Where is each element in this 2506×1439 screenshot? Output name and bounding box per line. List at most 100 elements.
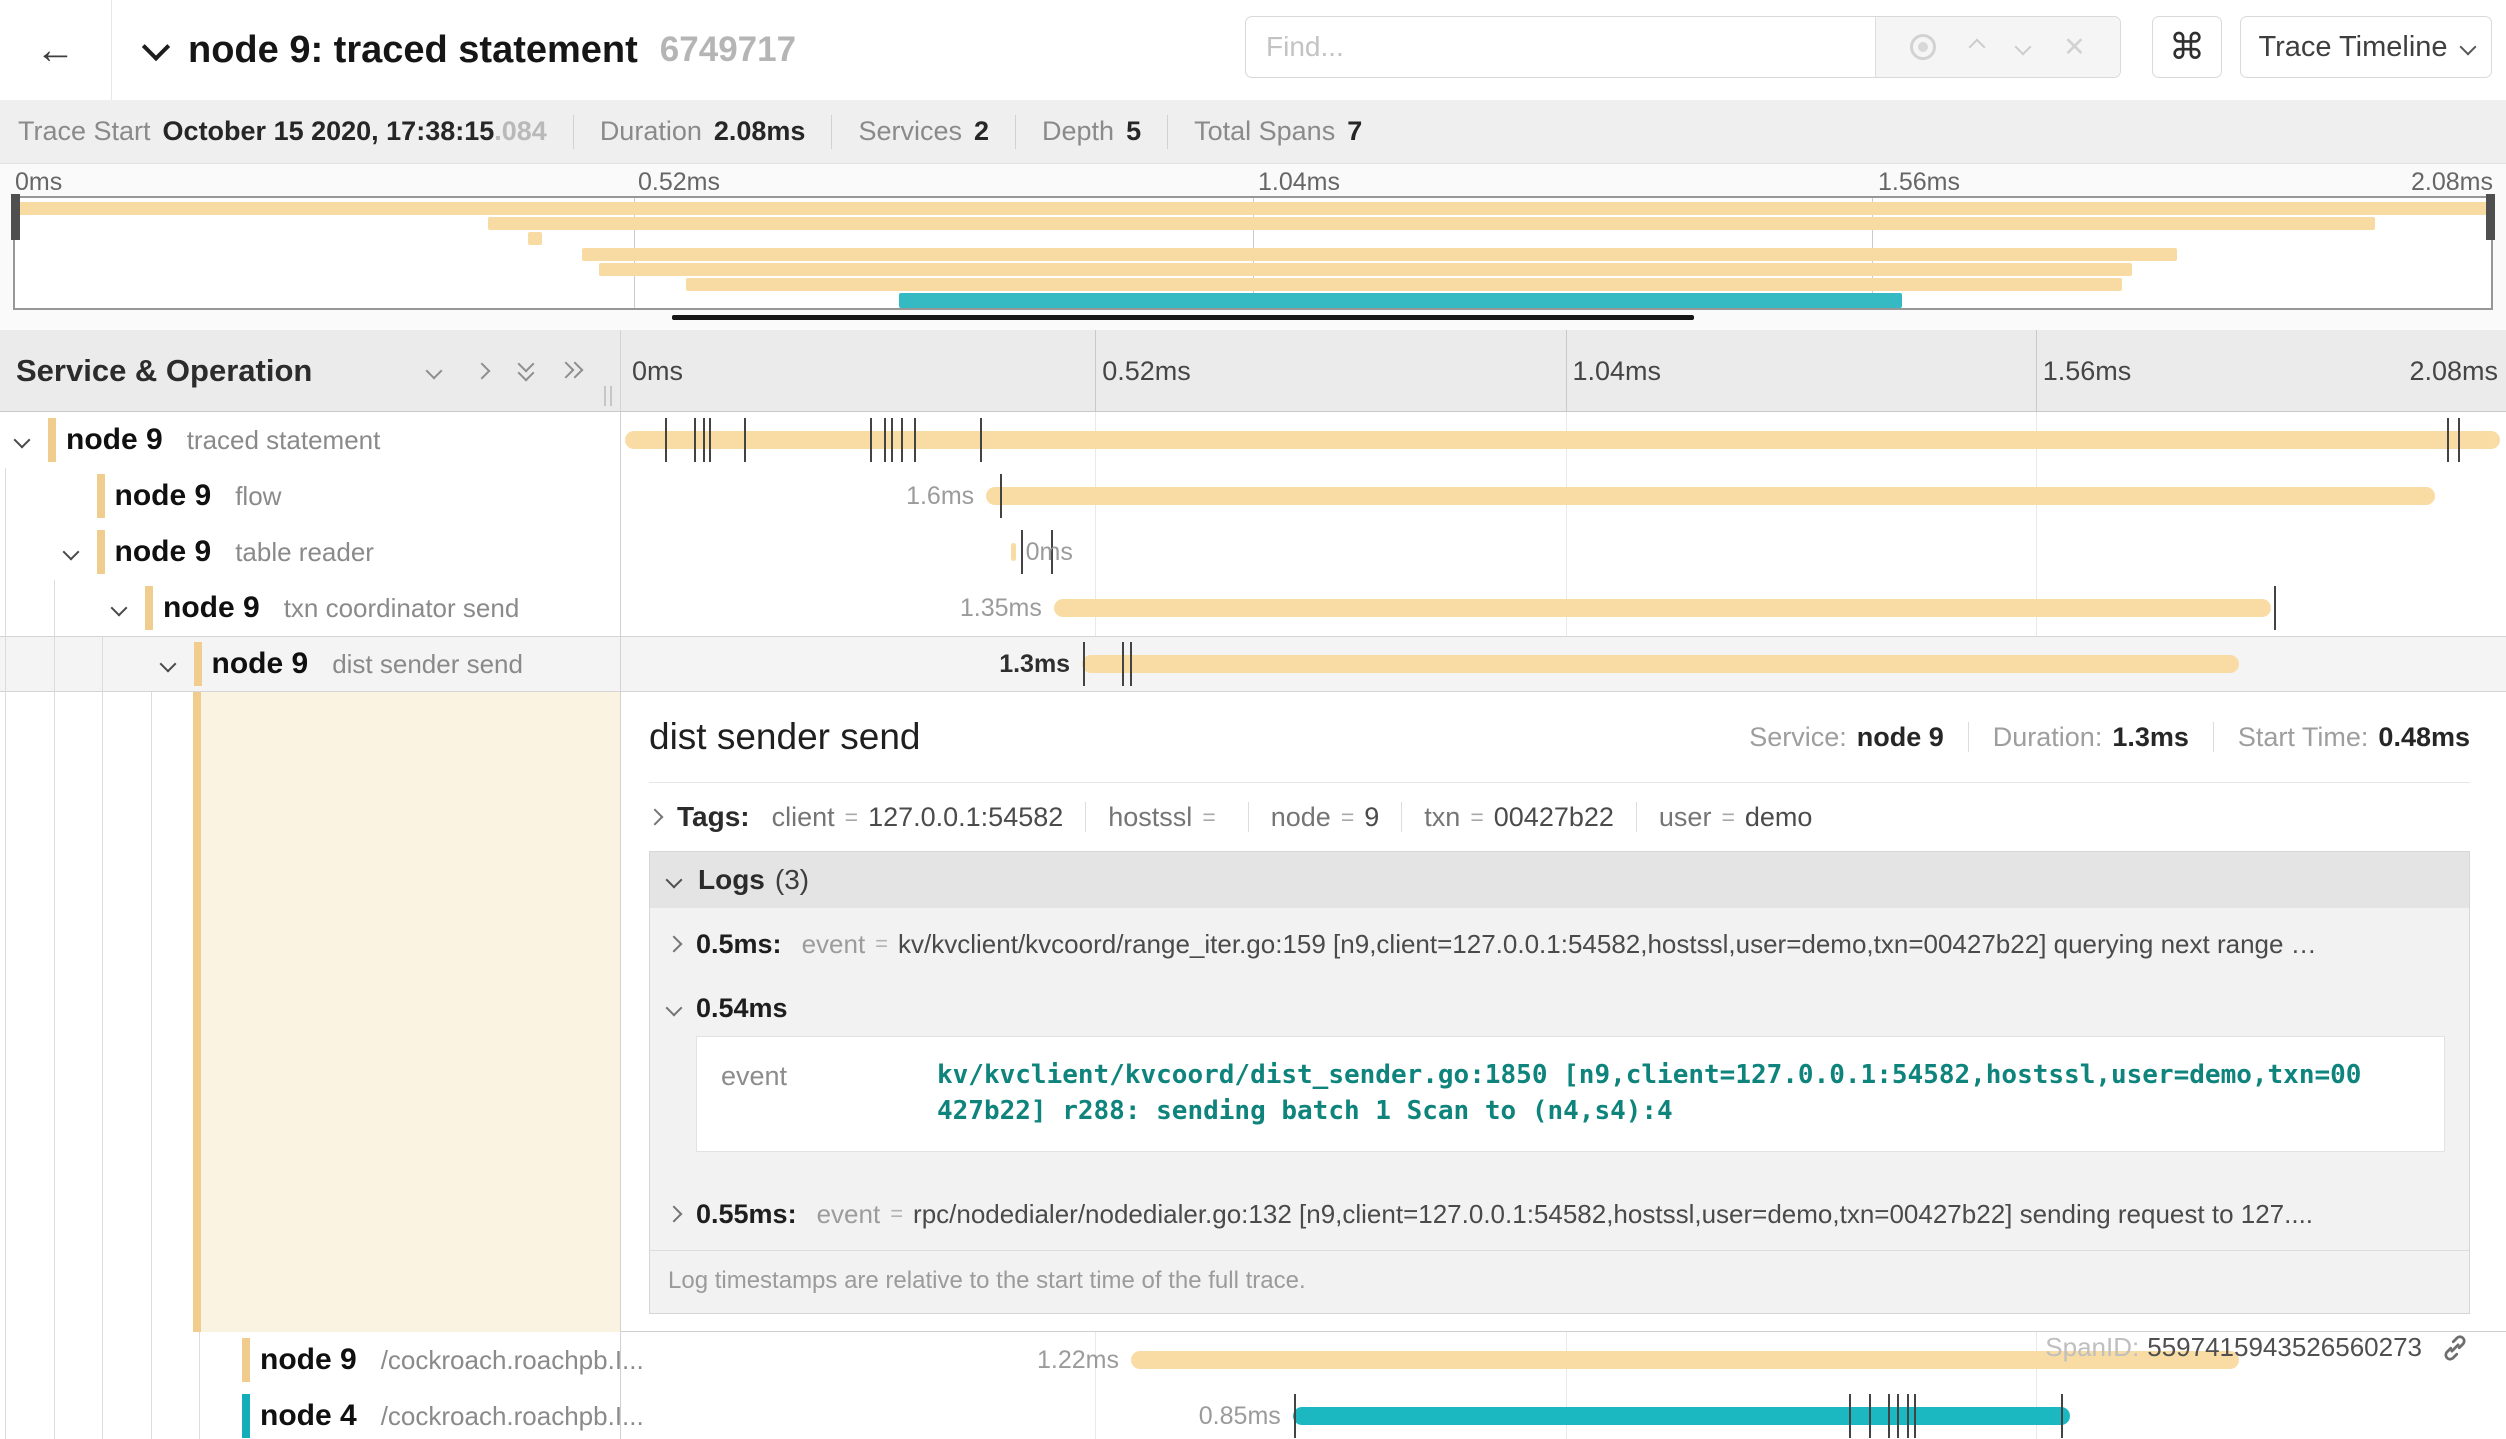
header-gridline (1566, 330, 1567, 412)
chevron-down-icon[interactable] (111, 600, 128, 617)
view-selector-button[interactable]: Trace Timeline (2240, 16, 2492, 78)
summary-value: 2.08ms (714, 116, 806, 147)
keyboard-shortcuts-button[interactable]: ⌘ (2152, 16, 2222, 78)
span-name-wrap: node 9flow (115, 468, 282, 524)
service-name: node 9 (163, 591, 260, 625)
column-resize-handle[interactable] (604, 386, 612, 406)
log-event-tick (744, 418, 746, 462)
span-bar[interactable] (1011, 543, 1016, 561)
indent-guide (102, 636, 103, 692)
minimap-scrollbar[interactable] (672, 315, 1694, 320)
log-event-tick (1021, 530, 1023, 574)
tag-equals: = (1470, 804, 1483, 831)
timeline-row[interactable]: 1.6ms (620, 468, 2506, 524)
clear-search-icon[interactable]: ✕ (2063, 32, 2086, 63)
tree-row[interactable]: node 9traced statement (0, 412, 620, 468)
logs-header[interactable]: Logs (3) (650, 852, 2469, 908)
log-field-key: event (817, 1199, 881, 1230)
log-equals: = (875, 931, 888, 957)
timeline-row[interactable]: 0.85ms (620, 1388, 2506, 1439)
tag-equals: = (1202, 804, 1215, 831)
logs-section: Logs (3) 0.5ms:event=kv/kvclient/kvcoord… (649, 851, 2470, 1314)
log-event-tick (2274, 586, 2276, 630)
collapse-one-icon[interactable] (426, 363, 443, 380)
span-bar[interactable] (986, 487, 2434, 505)
span-bar[interactable] (1054, 599, 2271, 617)
service-name: node 9 (260, 1343, 357, 1377)
deep-link-icon[interactable] (2440, 1333, 2470, 1363)
log-entry-row[interactable]: 0.5ms:event=kv/kvclient/kvcoord/range_it… (650, 908, 2469, 980)
detail-meta-value: 1.3ms (2112, 722, 2189, 753)
find-controls: ✕ (1875, 17, 2120, 77)
log-timestamp: 0.54ms (696, 993, 788, 1024)
indent-guide (54, 692, 55, 1332)
minimap-canvas[interactable] (13, 196, 2493, 310)
minimap-tick-label: 0ms (15, 168, 62, 197)
summary-label: Duration (600, 116, 702, 147)
service-name: node 9 (115, 479, 212, 513)
chevron-down-icon[interactable] (14, 432, 31, 449)
tree-row[interactable]: node 9txn coordinator send (0, 580, 620, 636)
span-color-bar (194, 642, 202, 686)
minimap-span-bar (599, 263, 2132, 276)
tree-row[interactable]: node 9dist sender send (0, 636, 620, 692)
indent-guide (54, 1388, 55, 1439)
timeline-tick-label: 1.04ms (1573, 330, 1662, 412)
minimap-span-bar (686, 278, 2122, 291)
span-id-row: SpanID: 5597415943526560273 (649, 1332, 2470, 1363)
prev-match-chevron-up-icon[interactable] (1968, 39, 1985, 56)
indent-guide (5, 692, 6, 1332)
chevron-down-icon[interactable] (159, 656, 176, 673)
timeline-row[interactable]: 0ms (620, 524, 2506, 580)
timeline-tick-label: 0ms (632, 330, 683, 412)
span-color-bar (97, 530, 105, 574)
collapse-chevron-down-icon[interactable] (142, 33, 170, 61)
log-entry-row-expanded[interactable]: 0.54ms (650, 980, 2469, 1036)
log-field-value: kv/kvclient/kvcoord/range_iter.go:159 [n… (898, 929, 2333, 960)
trace-timeline-page: ← node 9: traced statement 6749717 ✕ ⌘ T… (0, 0, 2506, 1439)
span-color-bar (145, 586, 153, 630)
minimap-right-scrubber[interactable] (2486, 194, 2495, 240)
detail-meta-label: Service: (1749, 722, 1847, 753)
span-name-wrap: node 9traced statement (66, 412, 380, 468)
tag-equals: = (1341, 804, 1354, 831)
next-match-chevron-down-icon[interactable] (2014, 39, 2031, 56)
chevron-right-icon (666, 936, 683, 953)
expand-one-icon[interactable] (474, 363, 491, 380)
minimap-span-bar (15, 202, 2491, 215)
tree-row[interactable]: node 9flow (0, 468, 620, 524)
tag-value: 127.0.0.1:54582 (868, 802, 1063, 833)
log-timestamp: 0.55ms: (696, 1199, 797, 1230)
log-event-tick (1888, 1394, 1890, 1438)
log-event-tick (1869, 1394, 1871, 1438)
find-input[interactable] (1246, 17, 1875, 77)
back-button[interactable]: ← (0, 0, 112, 100)
tags-row[interactable]: Tags: client=127.0.0.1:54582hostssl=node… (649, 801, 2470, 833)
tag-value: demo (1745, 802, 1813, 833)
timeline-tick-label: 0.52ms (1102, 330, 1191, 412)
timeline-row[interactable] (620, 412, 2506, 468)
logs-footer-note: Log timestamps are relative to the start… (650, 1250, 2469, 1313)
tags-label: Tags: (677, 801, 750, 833)
summary-divider (831, 115, 832, 149)
logs-count: (3) (775, 864, 809, 896)
log-entry-row[interactable]: 0.55ms:event=rpc/nodedialer/nodedialer.g… (650, 1178, 2469, 1250)
timeline-row[interactable]: 1.35ms (620, 580, 2506, 636)
tree-row[interactable]: node 9/cockroach.roachpb.I... (0, 1332, 620, 1388)
header-gridline (2036, 330, 2037, 412)
timeline-row[interactable]: 1.3ms (620, 636, 2506, 692)
column-divider[interactable] (620, 330, 621, 1439)
span-id-value: 5597415943526560273 (2147, 1332, 2422, 1363)
tree-row[interactable]: node 4/cockroach.roachpb.I... (0, 1388, 620, 1439)
chevron-down-icon[interactable] (62, 544, 79, 561)
locate-icon[interactable] (1910, 34, 1936, 60)
span-bar[interactable] (1082, 655, 2239, 673)
indent-guide (54, 636, 55, 692)
span-bar[interactable] (625, 431, 2500, 449)
minimap-tick-label: 1.56ms (1878, 168, 1960, 197)
span-bar[interactable] (1293, 1407, 2070, 1425)
minimap-left-scrubber[interactable] (11, 194, 20, 240)
log-event-tick (891, 418, 893, 462)
minimap-tick-label: 1.04ms (1258, 168, 1340, 197)
tree-row[interactable]: node 9table reader (0, 524, 620, 580)
